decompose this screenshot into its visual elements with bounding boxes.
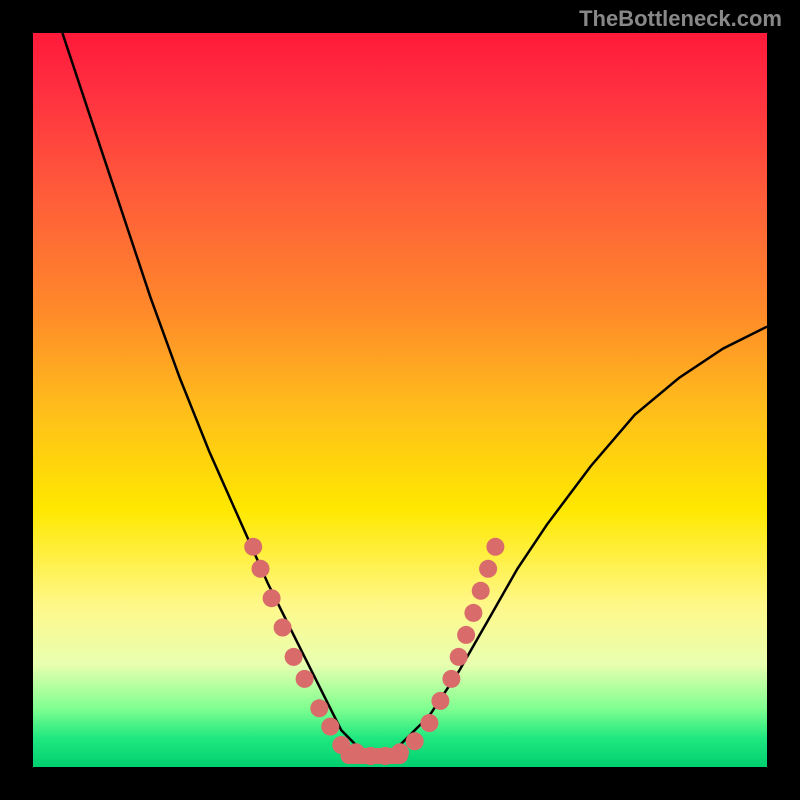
marker-point — [252, 560, 270, 578]
marker-point — [479, 560, 497, 578]
marker-point — [472, 582, 490, 600]
marker-point — [450, 648, 468, 666]
marker-point — [263, 589, 281, 607]
marker-point — [420, 714, 438, 732]
marker-point — [457, 626, 475, 644]
marker-point — [310, 699, 328, 717]
marker-point — [321, 718, 339, 736]
bottleneck-curve — [33, 33, 767, 767]
marker-point — [442, 670, 460, 688]
marker-point — [406, 732, 424, 750]
marker-point — [244, 538, 262, 556]
marker-point — [431, 692, 449, 710]
chart-plot-area — [33, 33, 767, 767]
marker-point — [285, 648, 303, 666]
marker-point — [486, 538, 504, 556]
marker-point — [296, 670, 314, 688]
watermark-text: TheBottleneck.com — [579, 6, 782, 32]
marker-point — [464, 604, 482, 622]
marker-point — [274, 619, 292, 637]
